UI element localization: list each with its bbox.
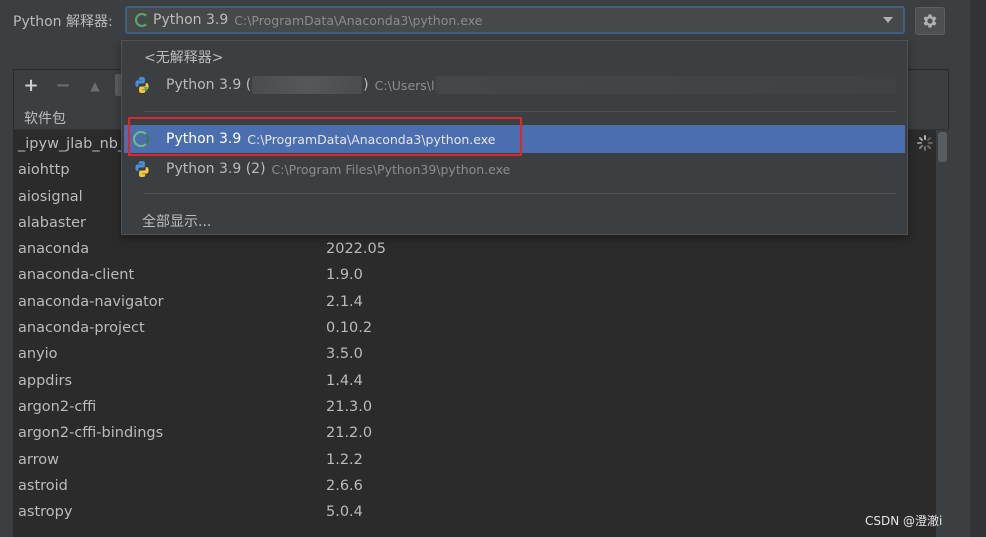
dropdown-separator: [144, 111, 896, 112]
package-version: 1.9.0: [326, 267, 363, 284]
loading-ring-icon: [135, 13, 149, 27]
table-row[interactable]: anaconda-project 0.10.2: [14, 317, 936, 343]
dropdown-selected-name: Python 3.9: [166, 131, 242, 147]
combo-interpreter-path: C:\ProgramData\Anaconda3\python.exe: [234, 12, 483, 28]
redacted-path-region: [436, 76, 897, 94]
table-row[interactable]: astropy 5.0.4: [14, 501, 936, 527]
package-name: argon2-cffi-bindings: [18, 425, 164, 442]
package-name: astropy: [18, 504, 73, 521]
dropdown-item3-path: C:\Program Files\Python39\python.exe: [271, 161, 511, 177]
package-version: 5.0.4: [326, 504, 363, 521]
scrollbar-thumb[interactable]: [938, 132, 947, 162]
table-row[interactable]: astroid 2.6.6: [14, 475, 936, 501]
python-icon: [135, 161, 149, 177]
upgrade-package-button[interactable]: ▲: [85, 76, 105, 96]
table-row[interactable]: argon2-cffi 21.3.0: [14, 396, 936, 422]
dropdown-item1-path: C:\Users\l: [374, 77, 435, 93]
package-name: _ipyw_jlab_nb_: [18, 136, 126, 152]
package-version: 1.2.2: [326, 451, 363, 468]
table-row[interactable]: appdirs 1.4.4: [14, 370, 936, 396]
package-version: 0.10.2: [326, 320, 373, 337]
interpreter-label: Python 解释器:: [13, 14, 113, 30]
table-row[interactable]: arrow 1.2.2: [14, 449, 936, 475]
package-version: 2022.05: [326, 241, 386, 258]
table-row[interactable]: anaconda 2022.05: [14, 238, 936, 264]
package-name: aiohttp: [18, 162, 70, 179]
vertical-scrollbar[interactable]: [936, 130, 949, 537]
loading-ring-icon: [133, 131, 149, 147]
package-name: arrow: [18, 451, 59, 468]
package-name: appdirs: [18, 372, 73, 389]
interpreter-combobox[interactable]: Python 3.9 C:\ProgramData\Anaconda3\pyth…: [125, 6, 905, 34]
combo-interpreter-name: Python 3.9: [153, 12, 229, 28]
redacted-region: [252, 76, 363, 94]
package-name: aiosignal: [18, 188, 83, 205]
window-edge: [970, 0, 986, 537]
package-version: 1.4.4: [326, 372, 363, 389]
package-name: anaconda: [18, 241, 90, 258]
dropdown-item-no-interpreter[interactable]: <无解释器>: [122, 43, 929, 71]
dropdown-selected-path: C:\ProgramData\Anaconda3\python.exe: [247, 131, 496, 147]
table-row[interactable]: anaconda-client 1.9.0: [14, 264, 936, 290]
package-version: 21.3.0: [326, 398, 373, 415]
column-header-package[interactable]: 软件包: [24, 108, 66, 128]
package-version: 2.1.4: [326, 293, 363, 310]
table-row[interactable]: anyio 3.5.0: [14, 343, 936, 369]
dropdown-item-python39-user[interactable]: Python 3.9 ( ) C:\Users\l: [122, 71, 907, 99]
dropdown-separator: [144, 193, 896, 194]
package-name: argon2-cffi: [18, 398, 97, 415]
dropdown-show-all[interactable]: 全部显示...: [122, 207, 927, 235]
dropdown-item1-close: ): [363, 77, 369, 93]
watermark: CSDN @澄澈i: [865, 514, 943, 528]
dropdown-item3-name: Python 3.9 (2): [166, 161, 266, 177]
package-version: 21.2.0: [326, 425, 373, 442]
interpreter-settings-button[interactable]: [915, 7, 945, 35]
add-package-button[interactable]: +: [21, 76, 41, 96]
package-name: anaconda-project: [18, 320, 145, 337]
python-interpreter-settings: Python 解释器: Python 3.9 C:\ProgramData\An…: [0, 0, 986, 537]
chevron-down-icon[interactable]: [883, 17, 893, 23]
dropdown-item1-name: Python 3.9 (: [166, 77, 252, 93]
no-interpreter-label: <无解释器>: [144, 50, 224, 66]
dropdown-item-python39-2[interactable]: Python 3.9 (2) C:\Program Files\Python39…: [122, 155, 907, 183]
package-version: 2.6.6: [326, 477, 363, 494]
dropdown-item-python39-anaconda[interactable]: Python 3.9 C:\ProgramData\Anaconda3\pyth…: [124, 125, 905, 153]
interpreter-dropdown: <无解释器> Python 3.9 ( ) C:\Users\l Python …: [121, 40, 908, 235]
package-name: anaconda-client: [18, 267, 135, 284]
table-row[interactable]: anaconda-navigator 2.1.4: [14, 291, 936, 317]
show-all-label: 全部显示...: [142, 214, 212, 230]
package-version: 3.5.0: [326, 346, 363, 363]
remove-package-button[interactable]: −: [53, 76, 73, 96]
package-name: anyio: [18, 346, 58, 363]
table-row[interactable]: argon2-cffi-bindings 21.2.0: [14, 422, 936, 448]
package-name: alabaster: [18, 214, 87, 231]
package-name: anaconda-navigator: [18, 293, 164, 310]
loading-spinner-icon: [917, 135, 933, 151]
python-icon: [135, 77, 149, 93]
package-name: astroid: [18, 477, 68, 494]
gear-icon: [923, 14, 937, 28]
